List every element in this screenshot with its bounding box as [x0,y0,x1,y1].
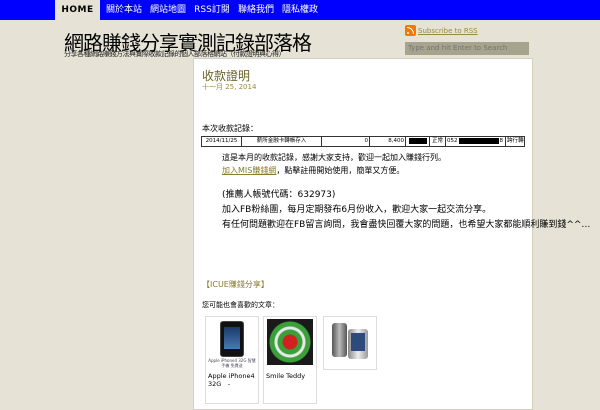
body-line-4: 加入FB粉絲團，每月定期發布6月份收入，歡迎大家一起交流分享。 [222,205,492,215]
body-line-2-text: ，點擊註冊開始使用，簡單又方便。 [276,166,405,175]
nav-about[interactable]: 關於本站 [104,0,144,20]
bank-type: 跨行轉帳 [505,136,525,147]
related-posts-label: 您可能也會喜歡的文章： [202,301,279,309]
smile-teddy-image [267,319,313,365]
body-line-3: (推薦人帳號代碼：632973) [222,190,336,200]
bank-status: 正常 [429,136,446,147]
top-navigation: HOME 關於本站 網站地圖 RSS訂閱 聯絡我們 隱私權政 [0,0,600,20]
nav-sitemap[interactable]: 網站地圖 [148,0,188,20]
body-line-5: 有任何問題歡迎在FB留言詢問，我會盡快回覆大家的問題，也希望大家都能順利賺到錢^… [222,220,591,230]
related-card-iphone[interactable]: Apple iPhone4 32G 智慧手機 免費送 Apple iPhone4… [205,316,259,404]
table-row: 2014/11/25 薪所金融卡轉帳存入 0 8,400 正常 052 8 跨行轉… [201,136,525,147]
nav-contact[interactable]: 聯絡我們 [236,0,276,20]
nav-home[interactable]: HOME [55,0,100,20]
subscribe-rss-label: Subscribe to RSS [418,27,478,35]
phone-image [328,321,372,361]
mis-link[interactable]: 加入MIS賺錢網 [222,166,276,175]
nav-rss[interactable]: RSS訂閱 [192,0,232,20]
body-line-1: 這是本月的收款記錄，感謝大家支持，歡迎一起加入賺錢行列。 [222,153,446,162]
bank-withdraw: 0 [321,136,370,147]
post-date: 十一月 25, 2014 [202,83,257,91]
related-card-teddy[interactable]: Smile Teddy [263,316,317,404]
related-card-title[interactable]: Apple iPhone4 32G - [208,372,258,388]
bank-memo: 薪所金融卡轉帳存入 [241,136,322,147]
bank-redacted-balance [405,136,430,147]
bank-account: 052 8 [445,136,506,147]
bank-statement-table: 2014/11/25 薪所金融卡轉帳存入 0 8,400 正常 052 8 跨行轉… [201,136,525,147]
section-label: 本次收款記錄： [202,124,258,133]
body-line-2: 加入MIS賺錢網，點擊註冊開始使用，簡單又方便。 [222,165,404,176]
iphone-caption: Apple iPhone4 32G 智慧手機 免費送 [208,358,256,368]
bank-account-prefix: 052 [447,138,458,144]
iphone-image [220,321,244,357]
nav-privacy[interactable]: 隱私權政 [280,0,320,20]
bank-deposit: 8,400 [369,136,406,147]
search-input[interactable] [405,42,529,55]
related-card-phone[interactable] [323,316,377,370]
rss-icon [405,25,416,36]
bank-account-suffix: 8 [499,138,504,144]
post-content: 收款證明 十一月 25, 2014 本次收款記錄： 2014/11/25 薪所金… [193,58,590,410]
bank-date: 2014/11/25 [201,136,242,147]
icue-link[interactable]: 【ICUE賺錢分享】 [202,279,269,290]
related-card-title[interactable]: Smile Teddy [266,372,316,380]
